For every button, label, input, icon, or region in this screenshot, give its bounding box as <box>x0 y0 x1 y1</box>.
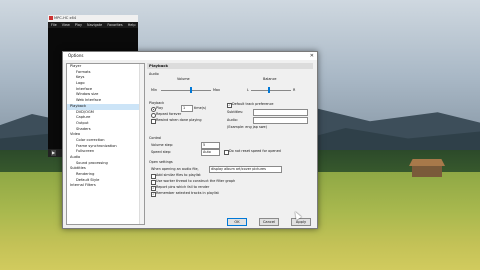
volume-step-spinner[interactable]: 5 <box>201 142 220 149</box>
report-pins-label: Report pins which fail to render <box>156 185 210 189</box>
audio-group-label: Audio <box>149 72 159 76</box>
rewind-label: Rewind when done playing <box>156 118 202 122</box>
default-track-label: Default track preference <box>232 102 274 106</box>
audio-label: Audio: <box>227 118 238 122</box>
speed-step-spinner[interactable]: Auto <box>201 149 220 156</box>
menu-navigate[interactable]: Navigate <box>87 23 102 27</box>
example-text: (Example: eng jap swe) <box>227 125 267 129</box>
menu-view[interactable]: View <box>62 23 70 27</box>
volume-max-label: Max <box>213 88 221 92</box>
close-icon[interactable]: ✕ <box>310 52 314 60</box>
ok-button[interactable]: OK <box>227 218 247 226</box>
menu-help[interactable]: Help <box>128 23 136 27</box>
add-similar-label: Add similar files to playlist <box>156 173 201 177</box>
menu-file[interactable]: File <box>51 23 57 27</box>
playback-group-label: Playback <box>149 101 165 105</box>
menu-play[interactable]: Play <box>75 23 82 27</box>
balance-label: Balance <box>263 77 277 81</box>
volume-label: Volume <box>177 77 190 81</box>
use-worker-label: Use worker thread to construct the filte… <box>156 179 236 183</box>
player-title: MPC-HC x64 <box>54 16 77 20</box>
playback-panel: Playback Audio Volume Min Max Balance L … <box>147 63 313 213</box>
remember-dvd-label: Remember selected tracks in playlist <box>156 191 219 195</box>
no-reset-speed-label: Do not reset speed for opened <box>229 149 281 153</box>
player-titlebar[interactable]: MPC-HC x64 <box>48 15 138 22</box>
menu-favorites[interactable]: Favorites <box>107 23 122 27</box>
volume-min-label: Min <box>151 88 158 92</box>
play-label: Play <box>156 106 164 110</box>
repeat-forever-label: Repeat forever <box>156 112 182 116</box>
volume-slider[interactable] <box>161 87 211 93</box>
control-group-label: Control <box>149 136 162 140</box>
tree-scrollbar[interactable] <box>139 64 144 224</box>
volume-step-label: Volume step: <box>151 143 174 147</box>
panel-heading: Playback <box>147 63 313 69</box>
when-opening-dropdown[interactable]: display album art/cover pictures <box>209 166 282 173</box>
apply-button[interactable]: Apply <box>291 218 311 226</box>
app-icon <box>49 16 53 20</box>
when-opening-label: When opening an audio file, <box>151 167 199 171</box>
audio-input[interactable] <box>253 117 308 124</box>
volume-thumb[interactable] <box>189 87 192 93</box>
play-times-input[interactable]: 1 <box>181 105 193 112</box>
dialog-title: Options <box>68 53 84 58</box>
dialog-titlebar[interactable]: Options ✕ <box>63 52 317 60</box>
speed-step-label: Speed step: <box>151 150 172 154</box>
options-tree: Player Formats Keys Logo Interface Window siz… <box>66 63 145 225</box>
subtitles-input[interactable] <box>253 109 308 116</box>
options-dialog: Options ✕ Player Formats Keys Logo Interface… <box>62 51 318 229</box>
times-label: time(s) <box>194 106 207 110</box>
player-menubar: File View Play Navigate Favorites Help <box>48 22 138 28</box>
balance-r-label: R <box>293 88 296 92</box>
hut <box>412 165 442 177</box>
balance-l-label: L <box>247 88 249 92</box>
cancel-button[interactable]: Cancel <box>259 218 279 226</box>
options-tree-list: Player Formats Keys Logo Interface Window siz… <box>67 64 144 189</box>
balance-thumb[interactable] <box>268 87 271 93</box>
play-pause-icon[interactable]: ▶ <box>51 150 56 156</box>
open-settings-group-label: Open settings <box>149 160 173 164</box>
tree-item[interactable]: Internal Filters <box>67 183 144 189</box>
balance-slider[interactable] <box>251 87 291 93</box>
subtitles-label: Subtitles: <box>227 110 243 114</box>
